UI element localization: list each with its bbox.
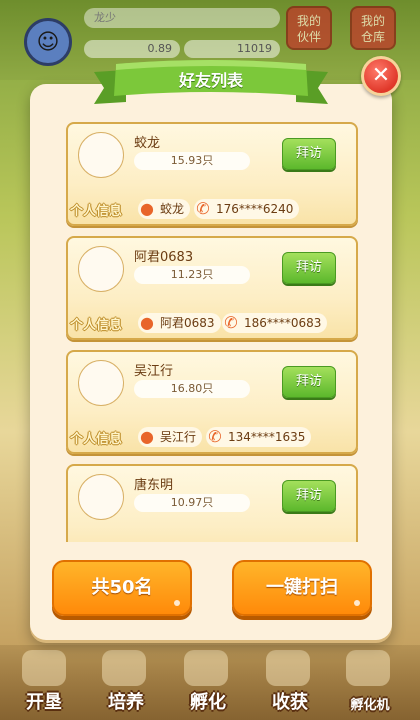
button-shine bbox=[354, 600, 360, 606]
nav-incubator[interactable]: 孵化机 bbox=[340, 694, 400, 713]
nav-icon-cultivate bbox=[22, 650, 66, 686]
friend-info-row: 个人信息 ● 蛟龙 ✆ 176****6240 bbox=[68, 198, 356, 224]
friend-card: 吴江行 16.80只 拜访 个人信息 ● 吴江行 ✆ 134****1635 bbox=[66, 350, 358, 454]
sweep-label: 一键打扫 bbox=[266, 577, 338, 598]
nav-harvest[interactable]: 收获 bbox=[260, 688, 320, 714]
visit-button[interactable]: 拜访 bbox=[282, 138, 336, 170]
button-shine bbox=[174, 600, 180, 606]
phone-number: 134****1635 bbox=[228, 430, 306, 444]
player-name: 龙少 bbox=[84, 8, 280, 28]
close-icon: ✕ bbox=[364, 59, 398, 93]
my-warehouse-button[interactable]: 我的 仓库 bbox=[350, 6, 396, 50]
one-key-sweep-button[interactable]: 一键打扫 bbox=[232, 560, 372, 616]
info-label: 个人信息 bbox=[70, 318, 123, 333]
nav-icon-incubator bbox=[346, 650, 390, 686]
user-name: 阿君0683 bbox=[160, 316, 215, 330]
user-chip: ● 蛟龙 bbox=[138, 199, 191, 219]
friend-avatar bbox=[78, 132, 124, 178]
user-name: 蛟龙 bbox=[160, 202, 185, 216]
friend-name: 吴江行 bbox=[134, 364, 174, 379]
friend-card: 阿君0683 11.23只 拜访 个人信息 ● 阿君0683 ✆ 186****… bbox=[66, 236, 358, 340]
friend-avatar bbox=[78, 360, 124, 406]
friend-count-label: 共50名 bbox=[91, 577, 153, 598]
nav-hatch[interactable]: 孵化 bbox=[178, 688, 238, 714]
phone-icon: ✆ bbox=[208, 427, 222, 446]
friend-avatar bbox=[78, 246, 124, 292]
nav-icon-raise bbox=[102, 650, 146, 686]
phone-chip: ✆ 176****6240 bbox=[194, 199, 300, 219]
user-icon: ● bbox=[140, 427, 154, 446]
phone-chip: ✆ 186****0683 bbox=[222, 313, 328, 333]
phone-icon: ✆ bbox=[196, 199, 210, 218]
friend-name: 唐东明 bbox=[134, 478, 174, 493]
friend-amount: 16.80只 bbox=[134, 380, 250, 398]
visit-button[interactable]: 拜访 bbox=[282, 480, 336, 512]
close-button[interactable]: ✕ bbox=[361, 56, 401, 96]
nav-cultivate[interactable]: 开垦 bbox=[14, 688, 74, 714]
phone-number: 176****6240 bbox=[216, 202, 294, 216]
my-partner-button[interactable]: 我的 伙伴 bbox=[286, 6, 332, 50]
hud-stat-2: 11019 bbox=[184, 40, 280, 58]
info-label: 个人信息 bbox=[70, 432, 123, 447]
nav-icon-hatch bbox=[184, 650, 228, 686]
info-label: 个人信息 bbox=[70, 204, 123, 219]
nav-raise[interactable]: 培养 bbox=[96, 688, 156, 714]
phone-icon: ✆ bbox=[224, 313, 238, 332]
visit-button[interactable]: 拜访 bbox=[282, 252, 336, 284]
user-name: 吴江行 bbox=[160, 430, 197, 444]
friend-avatar bbox=[78, 474, 124, 520]
friend-name: 阿君0683 bbox=[134, 250, 194, 265]
friend-count-button[interactable]: 共50名 bbox=[52, 560, 192, 616]
modal-title-ribbon: 好友列表 bbox=[86, 58, 336, 110]
friend-list[interactable]: 蛟龙 15.93只 拜访 个人信息 ● 蛟龙 ✆ 176****6240 阿君0… bbox=[66, 122, 360, 542]
friend-amount: 15.93只 bbox=[134, 152, 250, 170]
friend-card: 唐东明 10.97只 拜访 bbox=[66, 464, 358, 542]
user-icon: ● bbox=[140, 199, 154, 218]
friend-amount: 11.23只 bbox=[134, 266, 250, 284]
user-chip: ● 吴江行 bbox=[138, 427, 203, 447]
nav-icon-harvest bbox=[266, 650, 310, 686]
hud-stat-1: 0.89 bbox=[84, 40, 180, 58]
friend-card: 蛟龙 15.93只 拜访 个人信息 ● 蛟龙 ✆ 176****6240 bbox=[66, 122, 358, 226]
friend-amount: 10.97只 bbox=[134, 494, 250, 512]
phone-chip: ✆ 134****1635 bbox=[206, 427, 312, 447]
friend-info-row: 个人信息 ● 吴江行 ✆ 134****1635 bbox=[68, 426, 356, 452]
user-icon: ● bbox=[140, 313, 154, 332]
player-avatar[interactable]: ☺ bbox=[24, 18, 72, 66]
phone-number: 186****0683 bbox=[244, 316, 322, 330]
friend-info-row: 个人信息 ● 阿君0683 ✆ 186****0683 bbox=[68, 312, 356, 338]
visit-button[interactable]: 拜访 bbox=[282, 366, 336, 398]
friend-name: 蛟龙 bbox=[134, 136, 161, 151]
user-chip: ● 阿君0683 bbox=[138, 313, 221, 333]
modal-title: 好友列表 bbox=[178, 71, 243, 90]
